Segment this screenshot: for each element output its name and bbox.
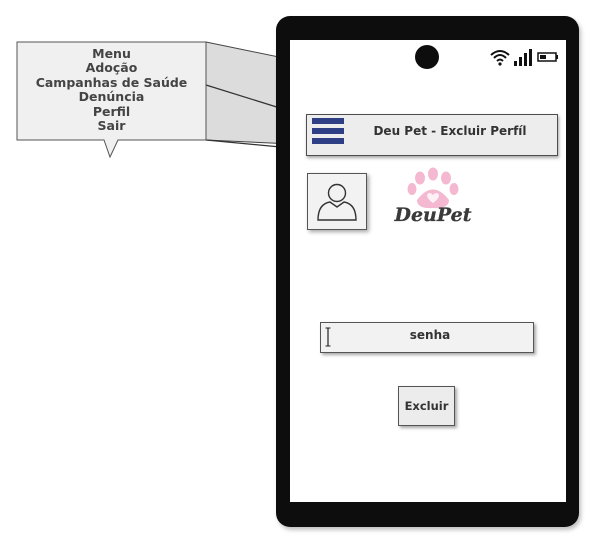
menu-callout: Menu Adoção Campanhas de Saúde Denúncia … — [17, 42, 206, 140]
battery-icon — [537, 52, 558, 62]
phone-screen — [290, 40, 566, 502]
menu-item-denuncia[interactable]: Denúncia — [17, 89, 206, 105]
logo-text: DeuPet — [393, 204, 471, 226]
signal-icon — [514, 49, 532, 66]
menu-item-sair[interactable]: Sair — [17, 118, 206, 134]
wifi-icon — [490, 50, 510, 66]
hamburger-menu-icon[interactable] — [312, 118, 344, 150]
delete-button[interactable]: Excluir — [398, 386, 455, 426]
menu-item-adocao[interactable]: Adoção — [17, 60, 206, 76]
camera-icon — [415, 45, 439, 69]
user-icon — [317, 183, 357, 221]
page-title: Deu Pet - Excluir Perfíl — [373, 124, 527, 138]
callout-title: Menu — [92, 46, 131, 61]
password-placeholder: senha — [409, 328, 451, 342]
status-bar — [490, 49, 558, 66]
avatar[interactable] — [307, 173, 367, 230]
deupet-logo: DeuPet — [393, 167, 472, 226]
menu-item-campanhas[interactable]: Campanhas de Saúde — [17, 75, 206, 91]
menu-item-perfil[interactable]: Perfil — [17, 104, 206, 120]
